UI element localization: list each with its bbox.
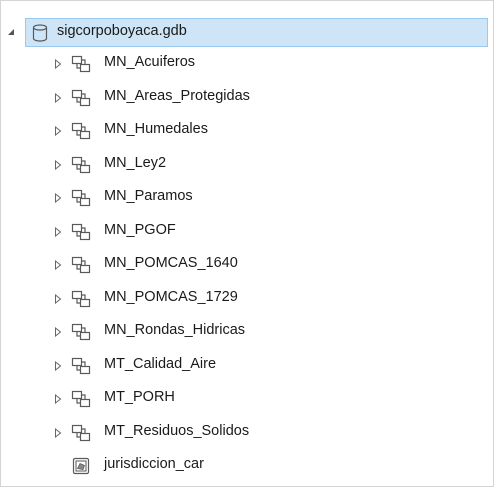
tree-item[interactable]: MN_Paramos — [1, 181, 493, 215]
feature-dataset-icon — [71, 290, 91, 308]
feature-dataset-icon — [71, 156, 91, 174]
tree-item[interactable]: MT_Calidad_Aire — [1, 349, 493, 383]
tree-item-label: MT_Calidad_Aire — [104, 355, 217, 372]
tree-item-label: MT_PORH — [104, 389, 175, 405]
catalog-tree: sigcorpoboyaca.gdb MN_Acuiferos MN_Areas_… — [1, 18, 493, 483]
feature-dataset-icon — [71, 122, 91, 140]
tree-item[interactable]: MN_Humedales — [1, 114, 493, 148]
tree-item-label: MN_Rondas_Hidricas — [104, 322, 246, 338]
tree-item[interactable]: MT_PORH — [1, 382, 493, 416]
tree-item[interactable]: jurisdiccion_car — [1, 449, 493, 483]
tree-item-label: MN_Areas_Protegidas — [104, 87, 250, 104]
tree-item-label: MT_Residuos_Solidos — [104, 422, 250, 439]
tree-item[interactable]: MN_Acuiferos — [1, 47, 493, 81]
collapsed-triangle-icon[interactable] — [51, 325, 65, 339]
feature-dataset-icon — [71, 424, 91, 442]
collapsed-triangle-icon[interactable] — [51, 57, 65, 71]
tree-item[interactable]: MN_POMCAS_1729 — [1, 282, 493, 316]
collapsed-triangle-icon[interactable] — [51, 426, 65, 440]
feature-dataset-icon — [71, 55, 91, 73]
collapsed-triangle-icon[interactable] — [51, 124, 65, 138]
collapsed-triangle-icon[interactable] — [51, 392, 65, 406]
collapsed-triangle-icon[interactable] — [51, 158, 65, 172]
collapsed-triangle-icon[interactable] — [51, 225, 65, 239]
tree-root-label: sigcorpoboyaca.gdb — [57, 23, 187, 39]
tree-item-label: MN_Paramos — [104, 188, 193, 204]
feature-dataset-icon — [71, 256, 91, 274]
database-icon — [31, 24, 49, 42]
tree-item-label: MN_Humedales — [104, 121, 208, 137]
tree-item[interactable]: MN_Rondas_Hidricas — [1, 315, 493, 349]
expanded-triangle-icon[interactable] — [4, 25, 18, 39]
tree-item-label: MN_POMCAS_1640 — [104, 255, 238, 271]
tree-item-label: MN_POMCAS_1729 — [104, 288, 238, 305]
feature-dataset-icon — [71, 189, 91, 207]
collapsed-triangle-icon[interactable] — [51, 359, 65, 373]
feature-dataset-icon — [71, 323, 91, 341]
collapsed-triangle-icon[interactable] — [51, 191, 65, 205]
feature-dataset-icon — [71, 223, 91, 241]
tree-item[interactable]: MN_Ley2 — [1, 148, 493, 182]
polygon-feature-class-icon — [71, 457, 91, 475]
tree-item-label: MN_Acuiferos — [104, 54, 196, 70]
tree-item[interactable]: MN_Areas_Protegidas — [1, 81, 493, 115]
collapsed-triangle-icon[interactable] — [51, 91, 65, 105]
tree-item-label: jurisdiccion_car — [104, 456, 204, 472]
feature-dataset-icon — [71, 390, 91, 408]
feature-dataset-icon — [71, 357, 91, 375]
catalog-pane: sigcorpoboyaca.gdb MN_Acuiferos MN_Areas_… — [0, 0, 494, 487]
tree-item[interactable]: MT_Residuos_Solidos — [1, 416, 493, 450]
feature-dataset-icon — [71, 89, 91, 107]
tree-item-label: MN_PGOF — [104, 221, 176, 238]
collapsed-triangle-icon[interactable] — [51, 292, 65, 306]
tree-root-gdb[interactable]: sigcorpoboyaca.gdb — [8, 18, 488, 47]
collapsed-triangle-icon[interactable] — [51, 258, 65, 272]
tree-item[interactable]: MN_POMCAS_1640 — [1, 248, 493, 282]
tree-item-label: MN_Ley2 — [104, 154, 167, 171]
tree-item[interactable]: MN_PGOF — [1, 215, 493, 249]
